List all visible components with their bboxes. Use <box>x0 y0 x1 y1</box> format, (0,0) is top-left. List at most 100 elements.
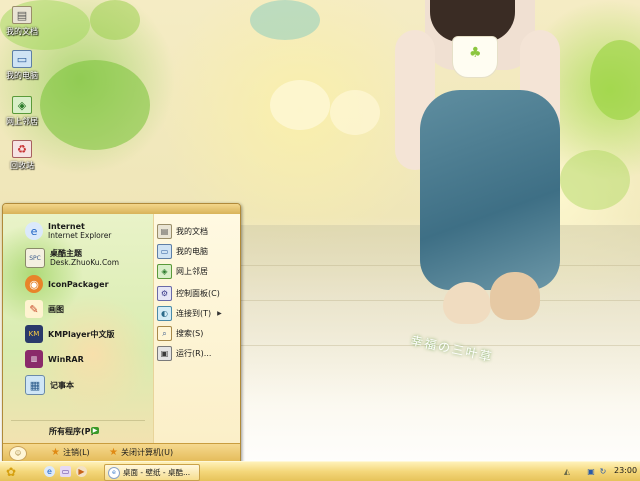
logoff-button[interactable]: ★ 注销(L) <box>51 447 90 458</box>
star-icon: ★ <box>51 447 60 458</box>
start-item-title: 记事本 <box>50 380 74 390</box>
quick-launch-internet-explorer[interactable]: e <box>44 466 55 477</box>
start-place-label: 搜索(S) <box>176 329 204 338</box>
kmplayer-icon: KM <box>25 325 43 343</box>
start-item-title: WinRAR <box>48 354 84 364</box>
start-place-my-computer[interactable]: ▭ 我的电脑 <box>157 244 208 259</box>
iconpackager-icon: ◉ <box>25 275 43 293</box>
notepad-icon: ▦ <box>25 375 45 395</box>
start-place-label: 连接到(T) <box>176 309 212 318</box>
floor-board-line <box>240 300 640 301</box>
start-place-search[interactable]: ⌕ 搜索(S) <box>157 326 203 341</box>
start-menu-header <box>3 204 240 214</box>
start-place-label: 网上邻居 <box>176 267 208 276</box>
all-programs-button[interactable]: 所有程序(P) <box>49 426 94 437</box>
start-flower-icon: ✿ <box>5 464 17 479</box>
desktop-icon-network-places[interactable]: ◈ 网上邻居 <box>0 96 44 127</box>
start-place-label: 运行(R)... <box>176 349 212 358</box>
girl-figure-jeans <box>420 90 560 290</box>
clover-leaf-decoration <box>270 80 330 130</box>
desktop-icon-my-documents[interactable]: ▤ 我的文档 <box>0 6 44 37</box>
shutdown-label: 关闭计算机(U) <box>120 448 174 457</box>
start-place-my-documents[interactable]: ▤ 我的文档 <box>157 224 208 239</box>
start-button[interactable]: ✿ <box>0 463 22 480</box>
quick-launch-show-desktop[interactable]: ▭ <box>60 466 71 477</box>
start-item-paint[interactable]: ✎ 画图 <box>25 300 64 318</box>
volume-icon[interactable]: ◭ <box>562 466 572 476</box>
start-item-iconpackager[interactable]: ◉ IconPackager <box>25 275 109 293</box>
clover-leaf-decoration <box>90 0 140 40</box>
show-desktop-icon: ▭ <box>61 467 70 476</box>
start-item-title: Internet <box>48 222 85 231</box>
taskbar: ✿ e ▭ ▶ e 桌面 - 壁纸 - 桌酷... ◭ ▣ ↻ 23:00 <box>0 461 640 481</box>
start-item-subtitle: Internet Explorer <box>48 231 112 240</box>
network-icon[interactable]: ▣ <box>586 466 596 476</box>
network-places-icon: ◈ <box>157 264 172 279</box>
taskbar-clock[interactable]: 23:00 <box>614 466 637 475</box>
network-places-icon: ◈ <box>12 96 32 114</box>
start-place-label: 我的文档 <box>176 227 208 236</box>
clover-leaf-decoration <box>250 0 320 40</box>
start-item-zhuoku[interactable]: SPC 桌酷主题 Desk.ZhuoKu.Com <box>25 248 119 268</box>
taskbar-window-button[interactable]: e 桌面 - 壁纸 - 桌酷... <box>104 464 200 481</box>
start-item-winrar[interactable]: ▥ WinRAR <box>25 350 84 368</box>
start-item-kmplayer[interactable]: KM KMPlayer中文版 <box>25 325 115 343</box>
girl-figure-shoe <box>490 272 540 320</box>
internet-explorer-icon: e <box>47 467 52 476</box>
desktop-icon-recycle-bin[interactable]: ♻ 回收站 <box>0 140 44 171</box>
start-item-title: 桌酷主题 <box>50 249 82 258</box>
user-avatar: ☺ <box>9 446 27 461</box>
desktop-icon-label: 我的文档 <box>6 27 38 36</box>
internet-explorer-icon: e <box>108 466 120 479</box>
clover-leaf-decoration <box>590 40 640 120</box>
coffee-cup: ♣ <box>452 36 498 78</box>
start-menu-pinned-panel: e Internet Internet Explorer SPC 桌酷主题 De… <box>3 214 153 443</box>
quick-launch-media-player[interactable]: ▶ <box>76 466 87 477</box>
girl-figure-shoe <box>443 282 491 324</box>
start-item-title: 画图 <box>48 304 64 314</box>
clover-leaf-decoration <box>560 150 630 210</box>
zhuoku-icon: SPC <box>25 248 45 268</box>
clover-leaf-decoration <box>330 90 380 135</box>
start-place-control-panel[interactable]: ⚙ 控制面板(C) <box>157 286 220 301</box>
media-player-icon: ▶ <box>78 467 85 476</box>
desktop-icon-label: 我的电脑 <box>6 71 38 80</box>
connect-to-icon: ◐ <box>157 306 172 321</box>
my-documents-icon: ▤ <box>12 6 32 24</box>
start-item-subtitle: Desk.ZhuoKu.Com <box>50 258 120 267</box>
start-place-run[interactable]: ▣ 运行(R)... <box>157 346 211 361</box>
desktop-icon-label: 网上邻居 <box>6 117 38 126</box>
my-computer-icon: ▭ <box>12 50 32 68</box>
start-place-connect-to[interactable]: ◐ 连接到(T) ▶ <box>157 306 222 321</box>
start-menu-divider <box>11 420 145 421</box>
taskbar-window-title: 桌面 - 壁纸 - 桌酷... <box>123 468 191 477</box>
search-icon: ⌕ <box>157 326 172 341</box>
submenu-arrow-icon: ▶ <box>217 310 222 317</box>
paint-icon: ✎ <box>25 300 43 318</box>
shutdown-button[interactable]: ★ 关闭计算机(U) <box>109 447 173 458</box>
recycle-bin-icon: ♻ <box>12 140 32 158</box>
start-place-label: 控制面板(C) <box>176 289 220 298</box>
start-place-label: 我的电脑 <box>176 247 208 256</box>
desktop-icon-label: 回收站 <box>10 161 34 170</box>
winrar-icon: ▥ <box>25 350 43 368</box>
start-place-network-places[interactable]: ◈ 网上邻居 <box>157 264 208 279</box>
start-menu-places-panel: ▤ 我的文档 ▭ 我的电脑 ◈ 网上邻居 ⚙ 控制面板(C) ◐ 连接到(T) … <box>153 214 240 443</box>
my-computer-icon: ▭ <box>157 244 172 259</box>
start-item-notepad[interactable]: ▦ 记事本 <box>25 375 74 395</box>
control-panel-icon: ⚙ <box>157 286 172 301</box>
all-programs-arrow-icon: ▶ <box>91 427 99 434</box>
start-item-internet[interactable]: e Internet Internet Explorer <box>25 222 111 240</box>
clover-leaf-decoration <box>40 60 150 150</box>
start-menu-footer: ☺ ★ 注销(L) ★ 关闭计算机(U) <box>3 443 240 462</box>
internet-explorer-icon: e <box>25 222 43 240</box>
clover-icon: ♣ <box>469 45 482 61</box>
star-icon: ★ <box>109 447 118 458</box>
sync-icon[interactable]: ↻ <box>598 466 608 476</box>
system-tray: ◭ ▣ ↻ 23:00 <box>560 463 640 480</box>
run-icon: ▣ <box>157 346 172 361</box>
start-item-title: IconPackager <box>48 279 109 289</box>
start-item-title: KMPlayer中文版 <box>48 329 115 339</box>
desktop-icon-my-computer[interactable]: ▭ 我的电脑 <box>0 50 44 81</box>
start-menu: e Internet Internet Explorer SPC 桌酷主题 De… <box>2 203 241 463</box>
